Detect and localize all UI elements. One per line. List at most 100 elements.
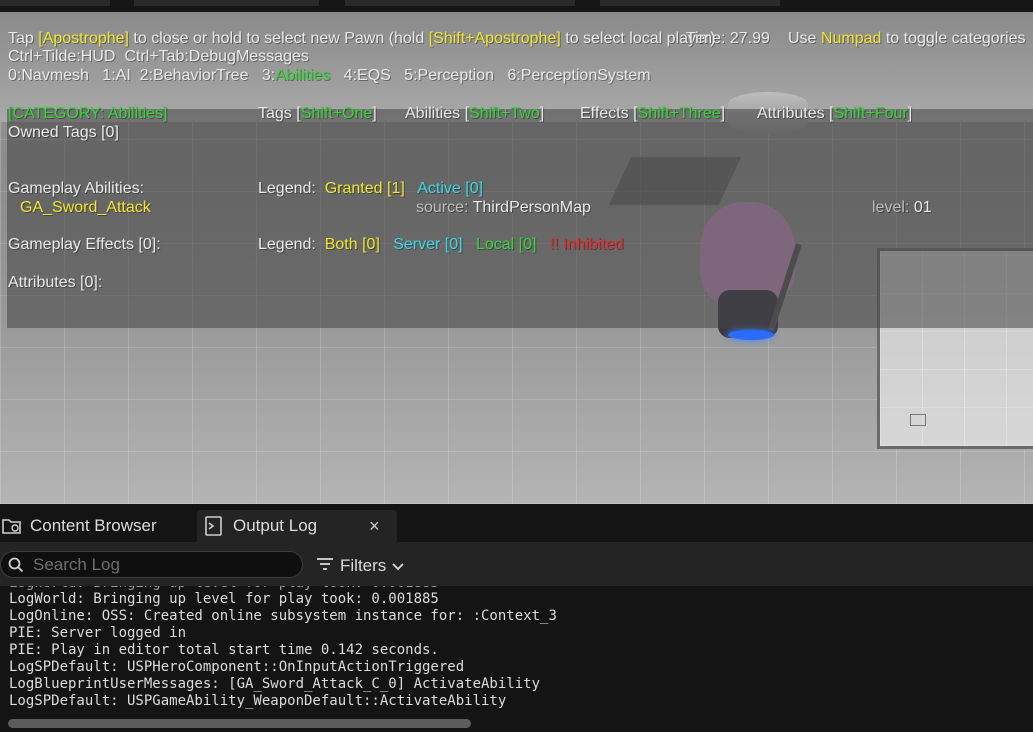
category-number: 4 bbox=[343, 67, 353, 84]
top-bar-segment bbox=[345, 0, 575, 6]
tags-toggle[interactable]: Tags [Shift+One] bbox=[258, 105, 377, 123]
toggle-label: Abilities [ bbox=[405, 105, 470, 122]
toggle-end: ] bbox=[372, 105, 377, 122]
panel-tab-bar: Content Browser Output Log × bbox=[0, 504, 1033, 542]
search-icon bbox=[8, 557, 24, 577]
ability-name: GA_Sword_Attack bbox=[20, 199, 151, 216]
tab-label: Output Log bbox=[233, 516, 318, 535]
character-ring bbox=[728, 330, 774, 340]
debug-instructions-line: Tap [Apostrophe] to close or hold to sel… bbox=[8, 30, 716, 48]
category-name: Navmesh bbox=[21, 67, 89, 84]
category-number: 1 bbox=[102, 67, 112, 84]
attributes-heading: Attributes [0]: bbox=[8, 274, 103, 291]
toggle-end: ] bbox=[720, 105, 726, 122]
effects-legend: Legend: Both [0] Server [0] Local [0] !!… bbox=[258, 236, 624, 254]
debug-shortcuts-line: Ctrl+Tilde:HUD Ctrl+Tab:DebugMessages bbox=[8, 48, 309, 66]
legend-local: Local [0] bbox=[475, 236, 537, 253]
hud-shortcut-key: Ctrl+Tilde bbox=[8, 48, 77, 65]
top-bar-segment bbox=[134, 0, 319, 6]
filters-label: Filters bbox=[340, 556, 387, 575]
debug-text: to toggle categories bbox=[881, 30, 1026, 47]
source-label: source: bbox=[416, 199, 469, 216]
abilities-toggle[interactable]: Abilities [Shift+Two] bbox=[405, 105, 544, 123]
category-number: 6 bbox=[507, 67, 517, 84]
category-navmesh[interactable]: 0:Navmesh bbox=[8, 67, 89, 84]
legend-granted: Granted [1] bbox=[324, 180, 405, 197]
category-perception-system[interactable]: 6:PerceptionSystem bbox=[507, 67, 650, 84]
legend-server: Server [0] bbox=[393, 236, 463, 253]
abilities-legend: Legend: Granted [1] Active [0] bbox=[258, 180, 483, 198]
level-value: 01 bbox=[913, 199, 932, 216]
filter-icon bbox=[316, 556, 334, 577]
folder-icon bbox=[2, 516, 22, 536]
log-line: PIE: Play in editor total start time 0.1… bbox=[9, 642, 439, 658]
log-line: LogBlueprintUserMessages: [GA_Sword_Atta… bbox=[9, 676, 541, 692]
log-line: PIE: Server logged in bbox=[9, 625, 187, 641]
search-placeholder: Search Log bbox=[33, 555, 120, 574]
ability-level: level: 01 bbox=[872, 199, 932, 217]
debug-text: Tap bbox=[8, 30, 39, 47]
source-value: ThirdPersonMap bbox=[472, 199, 591, 216]
category-number: 3 bbox=[261, 67, 271, 84]
category-name: BehaviorTree bbox=[153, 67, 249, 84]
top-bar-segment bbox=[600, 0, 780, 6]
legend-both: Both [0] bbox=[324, 236, 380, 253]
category-abilities[interactable]: 3:Abilities bbox=[262, 67, 331, 84]
close-icon[interactable]: × bbox=[369, 516, 380, 537]
tab-output-log[interactable]: Output Log × bbox=[197, 510, 397, 542]
category-name: AI bbox=[115, 67, 131, 84]
category-ai[interactable]: 1:AI bbox=[102, 67, 130, 84]
debug-categories-line: 0:Navmesh 1:AI 2:BehaviorTree 3:Abilitie… bbox=[8, 67, 651, 85]
legend-label: Legend: bbox=[258, 236, 316, 253]
toggle-key: Shift+Two bbox=[469, 105, 540, 122]
log-line: LogSPDefault: USPHeroComponent::OnInputA… bbox=[9, 659, 465, 675]
toggle-end: ] bbox=[539, 105, 545, 122]
toggle-key: Shift+One bbox=[300, 105, 373, 122]
tab-content-browser[interactable]: Content Browser bbox=[0, 510, 190, 542]
hud-shortcut-label: :HUD bbox=[76, 48, 116, 65]
camera-icon bbox=[910, 414, 926, 426]
attributes-toggle[interactable]: Attributes [Shift+Four] bbox=[757, 105, 912, 123]
toggle-end: ] bbox=[907, 105, 913, 122]
numpad-instructions: Use Numpad to toggle categories bbox=[788, 30, 1025, 48]
time-readout: Time: 27.99 bbox=[686, 30, 770, 47]
search-input[interactable]: Search Log bbox=[0, 551, 303, 578]
owned-tags: Owned Tags [0] bbox=[8, 124, 119, 141]
top-bar-segment bbox=[0, 0, 110, 6]
legend-active: Active [0] bbox=[417, 180, 484, 197]
effects-toggle[interactable]: Effects [Shift+Three] bbox=[580, 105, 725, 123]
ability-source: source: ThirdPersonMap bbox=[416, 199, 591, 217]
category-name: Perception bbox=[417, 67, 495, 84]
category-name: EQS bbox=[357, 67, 391, 84]
category-eqs[interactable]: 4:EQS bbox=[344, 67, 391, 84]
debug-overlay-panel bbox=[7, 109, 1033, 328]
apostrophe-key: [Apostrophe] bbox=[38, 30, 129, 47]
chevron-down-icon bbox=[392, 556, 404, 576]
toggle-key: Shift+Three bbox=[637, 105, 721, 122]
horizontal-scrollbar[interactable] bbox=[8, 719, 471, 728]
category-name: Abilities bbox=[275, 67, 331, 84]
terminal-icon bbox=[205, 516, 223, 536]
log-line: LogSPDefault: USPGameAbility_WeaponDefau… bbox=[9, 693, 507, 709]
debug-messages-key: Ctrl+Tab bbox=[124, 48, 185, 65]
log-line: LogWorld: Bringing up level for play too… bbox=[9, 591, 439, 607]
legend-label: Legend: bbox=[258, 180, 316, 197]
log-line: LogOnline: OSS: Created online subsystem… bbox=[9, 608, 557, 624]
category-perception[interactable]: 5:Perception bbox=[404, 67, 494, 84]
gameplay-abilities-heading: Gameplay Abilities: bbox=[8, 180, 145, 197]
category-number: 0 bbox=[8, 67, 17, 84]
legend-inhibited: !! Inhibited bbox=[549, 236, 624, 253]
filters-dropdown[interactable]: Filters bbox=[316, 554, 404, 578]
debug-text: to close or hold to select new Pawn (hol… bbox=[128, 30, 429, 47]
toggle-key: Shift+Four bbox=[833, 105, 908, 122]
tab-label: Content Browser bbox=[30, 516, 157, 535]
category-number: 2 bbox=[139, 67, 149, 84]
debug-messages-label: :DebugMessages bbox=[184, 48, 309, 65]
output-log-area[interactable]: LogWorld: Bringing up level for play too… bbox=[0, 586, 1033, 732]
numpad-key: Numpad bbox=[820, 30, 882, 47]
level-label: level: bbox=[872, 199, 910, 216]
toggle-label: Attributes [ bbox=[757, 105, 834, 122]
category-behaviortree[interactable]: 2:BehaviorTree bbox=[140, 67, 249, 84]
toggle-label: Effects [ bbox=[580, 105, 638, 122]
category-header: [CATEGORY: Abilities] bbox=[8, 105, 168, 122]
